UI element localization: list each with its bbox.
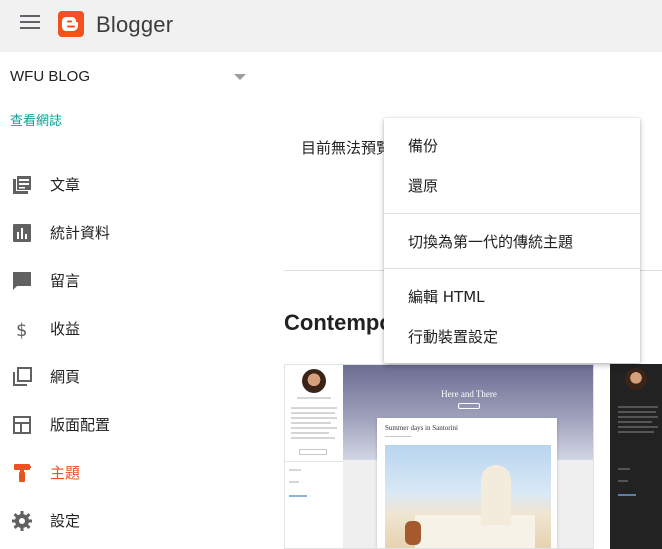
pages-icon — [13, 367, 32, 386]
theme-post-image — [385, 445, 551, 548]
theme-hero-button — [458, 403, 480, 409]
sidebar-item-label: 文章 — [50, 176, 81, 194]
avatar — [625, 368, 647, 390]
menu-divider — [384, 213, 640, 214]
menu-item-edit-html[interactable]: 編輯 HTML — [384, 276, 640, 316]
sidebar-item-label: 設定 — [50, 512, 81, 530]
menu-item-label: 編輯 HTML — [408, 288, 485, 306]
sidebar-item-label: 版面配置 — [50, 416, 111, 434]
hamburger-menu-icon[interactable] — [20, 15, 40, 31]
settings-icon — [12, 511, 32, 531]
blog-selector[interactable]: WFU BLOG — [10, 66, 250, 90]
stats-icon — [13, 224, 31, 242]
theme-preview-card-dark[interactable] — [610, 364, 662, 549]
earnings-icon: $ — [16, 320, 27, 340]
theme-hero-title: Here and There — [441, 389, 497, 399]
menu-item-label: 還原 — [408, 177, 439, 195]
avatar — [302, 369, 326, 393]
layout-icon — [13, 416, 31, 434]
menu-divider — [384, 268, 640, 269]
sidebar-item-settings[interactable]: 設定 — [0, 499, 260, 543]
theme-section-title: Contempo — [284, 310, 393, 335]
theme-preview-post: Summer days in Santorini — [377, 418, 557, 548]
theme-post-title: Summer days in Santorini — [385, 424, 458, 432]
theme-preview-card[interactable]: Here and There Summer days in Santorini — [284, 364, 594, 549]
sidebar-item-label: 統計資料 — [50, 224, 111, 242]
theme-actions-menu: 備份 還原 切換為第一代的傳統主題 編輯 HTML 行動裝置設定 — [384, 118, 640, 363]
sidebar-item-layout[interactable]: 版面配置 — [0, 403, 260, 447]
sidebar-item-earnings[interactable]: $ 收益 — [0, 307, 260, 351]
menu-item-label: 備份 — [408, 137, 439, 155]
blogger-logo-icon[interactable] — [58, 11, 84, 37]
sidebar-item-pages[interactable]: 網頁 — [0, 355, 260, 399]
comments-icon — [13, 272, 31, 290]
top-bar: Blogger — [0, 0, 662, 52]
menu-item-mobile-settings[interactable]: 行動裝置設定 — [384, 316, 640, 356]
sidebar-item-comments[interactable]: 留言 — [0, 259, 260, 303]
menu-item-switch-classic-theme[interactable]: 切換為第一代的傳統主題 — [384, 221, 640, 261]
posts-icon — [13, 176, 31, 194]
view-blog-link[interactable]: 查看網誌 — [10, 110, 62, 129]
sidebar-item-stats[interactable]: 統計資料 — [0, 211, 260, 255]
dropdown-caret-icon — [234, 74, 246, 80]
sidebar-item-label: 收益 — [50, 320, 81, 338]
sidebar-item-theme[interactable]: 主題 — [0, 451, 260, 495]
blog-name: WFU BLOG — [10, 68, 91, 85]
menu-item-restore[interactable]: 還原 — [384, 165, 640, 205]
menu-item-backup[interactable]: 備份 — [384, 125, 640, 165]
theme-icon — [14, 464, 31, 482]
menu-item-label: 行動裝置設定 — [408, 328, 499, 346]
sidebar-item-posts[interactable]: 文章 — [0, 163, 260, 207]
app-brand: Blogger — [96, 12, 174, 37]
menu-item-label: 切換為第一代的傳統主題 — [408, 233, 574, 251]
sidebar-item-label: 留言 — [50, 272, 81, 290]
sidebar-item-label: 主題 — [50, 464, 81, 482]
sidebar-item-label: 網頁 — [50, 368, 81, 386]
preview-unavailable-message: 目前無法預覽 — [301, 139, 392, 157]
theme-preview-sidebar — [285, 365, 343, 548]
svg-text:$: $ — [16, 320, 27, 340]
